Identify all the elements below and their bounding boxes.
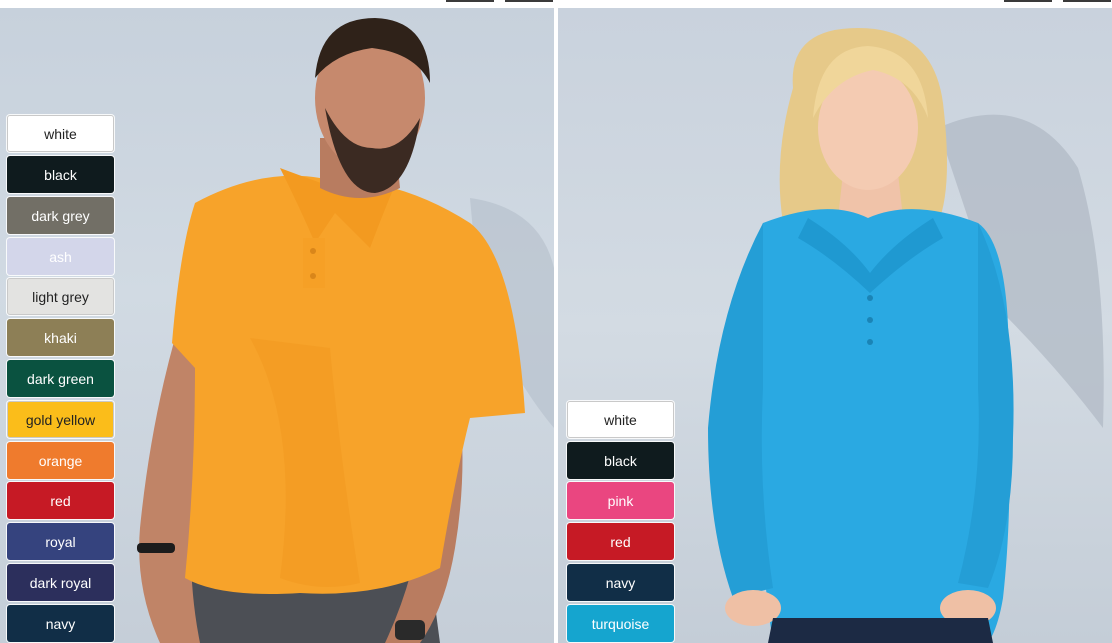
top-tab [446,0,494,2]
swatch-men-ash[interactable]: ash [7,238,114,275]
swatch-men-dark-royal[interactable]: dark royal [7,564,114,601]
swatch-women-navy[interactable]: navy [567,564,674,601]
swatch-women-turquoise[interactable]: turquoise [567,605,674,642]
swatch-men-dark-grey[interactable]: dark grey [7,197,114,234]
swatch-women-pink[interactable]: pink [567,482,674,519]
swatch-men-navy[interactable]: navy [7,605,114,642]
top-tab [1004,0,1052,2]
swatch-men-dark-green[interactable]: dark green [7,360,114,397]
swatch-men-khaki[interactable]: khaki [7,319,114,356]
swatch-men-orange[interactable]: orange [7,442,114,479]
swatch-men-gold-yellow[interactable]: gold yellow [7,401,114,438]
swatch-women-black[interactable]: black [567,442,674,479]
top-strip [0,0,1112,8]
swatch-men-royal[interactable]: royal [7,523,114,560]
swatch-women-red[interactable]: red [567,523,674,560]
swatch-men-black[interactable]: black [7,156,114,193]
swatch-men-red[interactable]: red [7,482,114,519]
swatch-men-light-grey[interactable]: light grey [7,278,114,315]
top-tab [505,0,553,2]
swatch-women-white[interactable]: white [567,401,674,438]
swatch-men-white[interactable]: white [7,115,114,152]
top-tab [1063,0,1111,2]
